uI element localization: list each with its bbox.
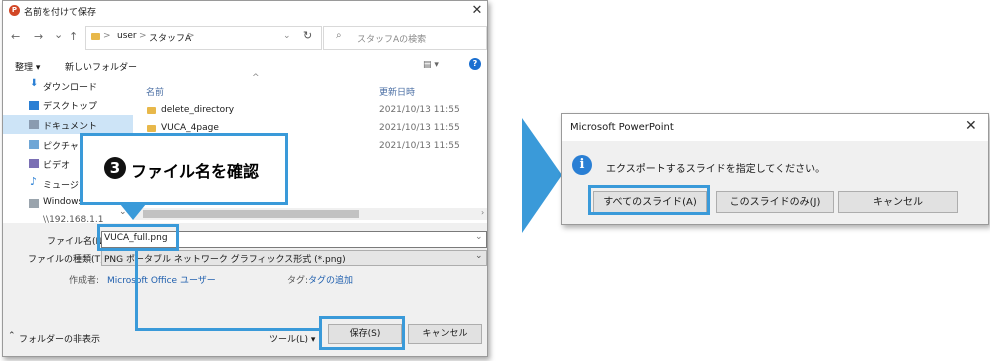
download-icon: ⬇ (30, 78, 39, 89)
callout-pointer (120, 204, 146, 220)
step-callout-text: ファイル名を確認 (131, 162, 260, 181)
tools-menu[interactable]: ツール(L) ▾ (269, 332, 315, 345)
tags-value[interactable]: タグの追加 (308, 273, 353, 286)
nav-item-documents[interactable]: ドキュメント (43, 119, 97, 132)
author-label: 作成者: (69, 276, 100, 286)
right-arrow-icon (522, 118, 562, 233)
view-options-button[interactable]: ▤ ▾ (423, 60, 439, 70)
breadcrumb-staff-a[interactable]: スタッフA (149, 31, 191, 44)
nav-item-downloads[interactable]: ダウンロード (43, 80, 97, 93)
author-value[interactable]: Microsoft Office ユーザー (107, 273, 216, 286)
back-arrow-icon[interactable]: ← (11, 30, 20, 44)
column-header-date[interactable]: 更新日時 (379, 85, 415, 98)
up-arrow-icon[interactable]: ↑ (69, 30, 78, 44)
tags-label: タグ: (287, 276, 309, 286)
folder-icon (147, 125, 156, 132)
filetype-label: ファイルの種類(T): (28, 255, 107, 265)
connector-line (135, 328, 320, 331)
column-header-name[interactable]: 名前 (146, 85, 164, 98)
search-icon: ⌕ (336, 30, 342, 41)
sort-up-icon: ^ (252, 73, 260, 83)
this-slide-only-button[interactable]: このスライドのみ(J) (716, 191, 834, 213)
scroll-right-icon[interactable]: › (481, 208, 484, 217)
refresh-icon[interactable]: ↻ (303, 29, 312, 42)
dialog-title: 名前を付けて保存 (24, 8, 97, 18)
new-folder-button[interactable]: 新しいフォルダー (65, 60, 137, 73)
address-dropdown-icon[interactable]: ⌄ (283, 31, 291, 41)
help-icon[interactable]: ? (469, 58, 481, 70)
organize-button[interactable]: 整理 ▾ (15, 60, 40, 73)
dialog-title: Microsoft PowerPoint (570, 122, 674, 133)
hide-folders-button[interactable]: フォルダーの非表示 (19, 332, 100, 345)
cancel-button[interactable]: キャンセル (838, 191, 958, 213)
connector-line (135, 251, 138, 331)
nav-item-desktop[interactable]: デスクトップ (43, 99, 97, 112)
filetype-value: PNG ポータブル ネットワーク グラフィックス形式 (*.png) (104, 255, 346, 265)
cancel-button[interactable]: キャンセル (408, 324, 482, 344)
nav-item-videos[interactable]: ビデオ (43, 158, 70, 171)
breadcrumb-separator: > (139, 31, 147, 41)
chevron-down-icon[interactable]: ⌄ (475, 251, 483, 261)
file-row-name[interactable]: VUCA_4page (161, 123, 219, 133)
nav-item-pictures[interactable]: ピクチャ (43, 139, 79, 152)
save-button-highlight (319, 316, 405, 350)
breadcrumb-user[interactable]: user (117, 31, 137, 41)
folder-icon (147, 107, 156, 114)
close-icon[interactable]: ✕ (965, 118, 977, 134)
all-slides-highlight (588, 185, 710, 215)
file-row-date: 2021/10/13 11:55 (379, 123, 460, 133)
close-icon[interactable]: ✕ (469, 3, 485, 18)
drive-icon (29, 199, 39, 208)
filename-highlight (97, 224, 179, 251)
file-row-date: 2021/10/13 11:55 (379, 141, 460, 151)
recent-locations-chevron-icon[interactable]: ⌄ (54, 28, 63, 42)
chevron-up-icon: ⌃ (8, 331, 16, 341)
breadcrumb-separator: > (103, 31, 111, 41)
step-number-badge: 3 (104, 157, 126, 179)
documents-icon (29, 120, 39, 129)
chevron-down-icon[interactable]: ⌄ (475, 232, 483, 242)
powerpoint-app-icon: P (9, 5, 20, 16)
forward-arrow-icon[interactable]: → (34, 30, 43, 44)
desktop-icon (29, 101, 39, 110)
file-row-date: 2021/10/13 11:55 (379, 105, 460, 115)
videos-icon (29, 159, 39, 168)
dialog-message: エクスポートするスライドを指定してください。 (606, 164, 826, 175)
folder-icon (91, 33, 100, 40)
pictures-icon (29, 140, 39, 149)
info-icon: i (572, 155, 592, 175)
search-input[interactable]: スタッフAの検索 (357, 32, 426, 45)
music-note-icon: ♪ (30, 175, 38, 188)
breadcrumb-separator: > (187, 31, 195, 41)
file-row-name[interactable]: delete_directory (161, 105, 234, 115)
scrollbar-thumb[interactable] (143, 210, 359, 218)
